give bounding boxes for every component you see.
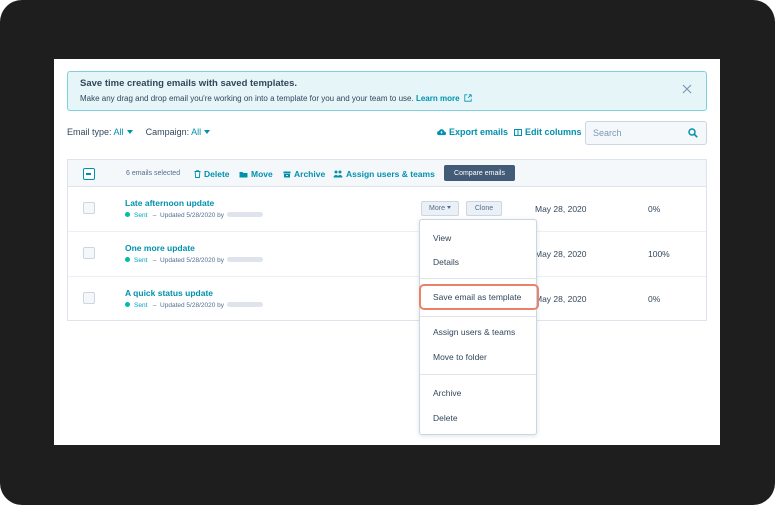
campaign-dropdown[interactable]: All [191, 127, 211, 137]
archive-icon [283, 171, 291, 178]
more-button[interactable]: More [421, 201, 459, 216]
cloud-upload-icon [437, 129, 446, 136]
edit-columns-label: Edit columns [525, 127, 582, 137]
folder-icon [239, 172, 248, 178]
clone-button[interactable]: Clone [466, 201, 502, 216]
search-input[interactable] [586, 122, 682, 144]
export-emails-button[interactable]: Export emails [437, 127, 508, 137]
edit-columns-button[interactable]: Edit columns [514, 127, 582, 137]
more-actions-menu: View Details Save email as template Assi… [419, 219, 539, 435]
menu-item-assign-users[interactable]: Assign users & teams [433, 327, 515, 337]
row-rate: 100% [648, 249, 670, 259]
columns-icon [514, 129, 522, 136]
updated-text: Updated 5/28/2020 by [160, 302, 224, 309]
bulk-actions-bar: 6 emails selected Delete Move Archive As… [68, 160, 706, 187]
export-label: Export emails [449, 127, 509, 137]
redacted-author [227, 212, 263, 217]
device-frame: Save time creating emails with saved tem… [0, 0, 775, 505]
email-meta: Sent – Updated 5/28/2020 by [125, 212, 263, 219]
menu-divider [420, 374, 536, 375]
bulk-delete-button[interactable]: Delete [194, 169, 230, 179]
table-row: Late afternoon update Sent – Updated 5/2… [68, 187, 706, 232]
more-label: More [429, 205, 445, 212]
campaign-label: Campaign: [145, 127, 190, 137]
row-rate: 0% [648, 204, 661, 214]
email-type-dropdown[interactable]: All [114, 127, 133, 137]
email-title-link[interactable]: A quick status update [125, 288, 213, 298]
archive-label: Archive [294, 169, 326, 179]
status-dot-icon [125, 212, 130, 217]
chevron-down-icon [126, 130, 133, 134]
email-meta: Sent – Updated 5/28/2020 by [125, 302, 263, 309]
learn-more-link[interactable]: Learn more [416, 94, 460, 103]
row-rate: 0% [648, 294, 661, 304]
status-label: Sent [134, 257, 148, 264]
status-label: Sent [134, 302, 148, 309]
bulk-move-button[interactable]: Move [239, 169, 273, 179]
chevron-down-icon [204, 130, 211, 134]
select-all-checkbox[interactable] [83, 168, 95, 180]
assign-label: Assign users & teams [346, 169, 435, 179]
close-icon[interactable] [680, 82, 694, 96]
bulk-assign-button[interactable]: Assign users & teams [333, 169, 435, 179]
menu-divider [420, 278, 536, 279]
menu-item-view[interactable]: View [433, 233, 451, 243]
menu-item-archive[interactable]: Archive [433, 388, 461, 398]
delete-label: Delete [204, 169, 230, 179]
redacted-author [227, 257, 263, 262]
table-row: One more update Sent – Updated 5/28/2020… [68, 232, 706, 277]
email-meta: Sent – Updated 5/28/2020 by [125, 257, 263, 264]
trash-icon [194, 170, 201, 178]
chevron-down-icon [446, 206, 451, 209]
emails-table: 6 emails selected Delete Move Archive As… [67, 159, 707, 321]
redacted-author [227, 302, 263, 307]
email-title-link[interactable]: One more update [125, 243, 195, 253]
banner-title: Save time creating emails with saved tem… [80, 78, 298, 89]
external-link-icon [464, 94, 472, 102]
row-date: May 28, 2020 [535, 294, 587, 304]
status-label: Sent [134, 212, 148, 219]
updated-text: Updated 5/28/2020 by [160, 212, 224, 219]
meta-separator: – [149, 302, 161, 309]
email-title-link[interactable]: Late afternoon update [125, 198, 214, 208]
meta-separator: – [149, 257, 161, 264]
filters-bar: Email type: All Campaign: All [67, 127, 211, 137]
templates-banner: Save time creating emails with saved tem… [67, 71, 707, 111]
move-label: Move [251, 169, 273, 179]
banner-text: Make any drag and drop email you're work… [80, 94, 472, 103]
menu-item-move-to-folder[interactable]: Move to folder [433, 352, 487, 362]
search-box [585, 121, 707, 145]
users-icon [333, 170, 343, 178]
status-dot-icon [125, 302, 130, 307]
app-screen: Save time creating emails with saved tem… [54, 59, 720, 445]
row-checkbox[interactable] [83, 292, 95, 304]
selected-count: 6 emails selected [126, 170, 181, 177]
row-date: May 28, 2020 [535, 249, 587, 259]
status-dot-icon [125, 257, 130, 262]
banner-description: Make any drag and drop email you're work… [80, 94, 414, 103]
bulk-archive-button[interactable]: Archive [283, 169, 325, 179]
compare-emails-button[interactable]: Compare emails [444, 165, 515, 181]
search-icon[interactable] [688, 128, 698, 138]
table-row: A quick status update Sent – Updated 5/2… [68, 277, 706, 322]
menu-divider [420, 316, 536, 317]
meta-separator: – [149, 212, 161, 219]
menu-item-delete[interactable]: Delete [433, 413, 458, 423]
row-date: May 28, 2020 [535, 204, 587, 214]
updated-text: Updated 5/28/2020 by [160, 257, 224, 264]
menu-item-details[interactable]: Details [433, 257, 459, 267]
email-type-label: Email type: [67, 127, 112, 137]
row-checkbox[interactable] [83, 202, 95, 214]
row-checkbox[interactable] [83, 247, 95, 259]
save-template-highlight [419, 284, 539, 310]
